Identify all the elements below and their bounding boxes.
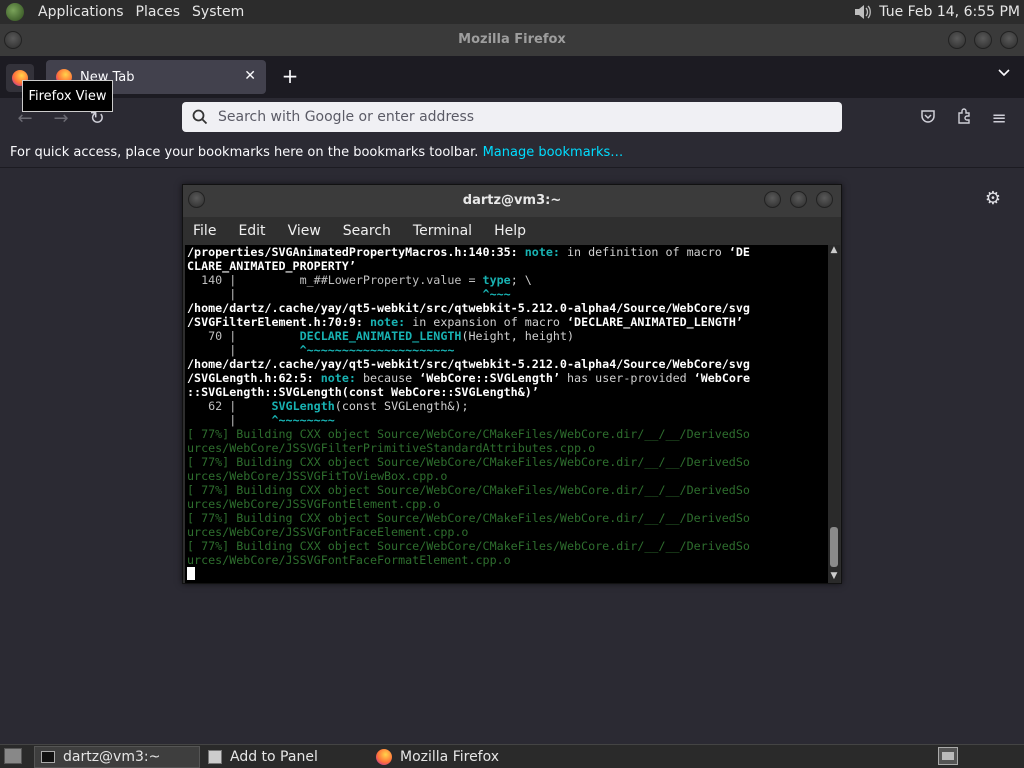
new-tab-button[interactable]: + [278, 64, 302, 88]
bookmarks-hint: For quick access, place your bookmarks h… [10, 145, 479, 160]
top-panel: Applications Places System Tue Feb 14, 6… [0, 0, 1024, 24]
navigation-toolbar: ← → ↻ ≡ [0, 98, 1024, 140]
scrollbar-thumb[interactable] [830, 527, 838, 567]
terminal-title: dartz@vm3:~ [462, 193, 562, 208]
terminal-line: /properties/SVGAnimatedPropertyMacros.h:… [187, 245, 750, 259]
clock[interactable]: Tue Feb 14, 6:55 PM [879, 4, 1020, 20]
search-icon [192, 109, 208, 125]
terminal-maximize-button[interactable] [790, 191, 807, 208]
terminal-window-menu-button[interactable] [188, 191, 205, 208]
firefox-taskbar-icon [376, 749, 392, 765]
menu-search[interactable]: Search [343, 223, 401, 239]
top-menu: Applications Places System [32, 4, 250, 20]
system-menu[interactable]: System [186, 4, 250, 20]
terminal-line: | ^~~~~~~~~~~~~~~~~~~~~~ [187, 343, 455, 357]
terminal-cursor [187, 567, 195, 580]
build-line: urces/WebCore/JSSVGFilterPrimitiveStanda… [187, 441, 596, 455]
build-line: [ 77%] Building CXX object Source/WebCor… [187, 539, 750, 553]
show-desktop-icon[interactable] [4, 748, 22, 764]
terminal-icon [41, 751, 55, 763]
build-line: [ 77%] Building CXX object Source/WebCor… [187, 483, 750, 497]
terminal-line: /SVGLength.h:62:5: note: because ‘WebCor… [187, 371, 750, 385]
scroll-down-icon[interactable]: ▼ [828, 571, 840, 583]
terminal-line: CLARE_ANIMATED_PROPERTY’ [187, 259, 356, 273]
build-line: [ 77%] Building CXX object Source/WebCor… [187, 427, 750, 441]
terminal-line: | ^~~~~~~~~ [187, 413, 335, 427]
taskbar-terminal[interactable]: dartz@vm3:~ [34, 746, 200, 768]
menu-file[interactable]: File [193, 223, 226, 239]
window-menu-button[interactable] [4, 31, 22, 49]
bookmarks-toolbar: For quick access, place your bookmarks h… [0, 140, 1024, 168]
terminal-line: 70 | DECLARE_ANIMATED_LENGTH(Height, hei… [187, 329, 575, 343]
url-bar[interactable] [182, 102, 842, 132]
scroll-up-icon[interactable]: ▲ [828, 245, 840, 257]
menu-edit[interactable]: Edit [238, 223, 275, 239]
terminal-window: dartz@vm3:~ File Edit View Search Termin… [182, 184, 842, 584]
search-input[interactable] [218, 109, 818, 125]
close-window-button[interactable] [1000, 31, 1018, 49]
bottom-panel: dartz@vm3:~ Add to Panel Mozilla Firefox [0, 744, 1024, 768]
taskbar-add-to-panel-label: Add to Panel [230, 749, 318, 765]
terminal-line: /home/dartz/.cache/yay/qt5-webkit/src/qt… [187, 301, 750, 315]
chevron-down-icon [998, 69, 1010, 77]
add-to-panel-icon [208, 750, 222, 764]
build-line: urces/WebCore/JSSVGFontFaceElement.cpp.o [187, 525, 469, 539]
terminal-line: | ^~~~ [187, 287, 511, 301]
build-line: [ 77%] Building CXX object Source/WebCor… [187, 511, 750, 525]
workspace-switcher[interactable] [938, 747, 958, 765]
extensions-icon[interactable] [953, 108, 975, 130]
applications-menu[interactable]: Applications [32, 4, 130, 20]
build-line: urces/WebCore/JSSVGFontElement.cpp.o [187, 497, 441, 511]
terminal-line: /SVGFilterElement.h:70:9: note: in expan… [187, 315, 743, 329]
taskbar-firefox[interactable]: Mozilla Firefox [370, 746, 570, 768]
gnome-foot-icon[interactable] [6, 3, 24, 21]
manage-bookmarks-link[interactable]: Manage bookmarks… [483, 145, 624, 160]
taskbar-firefox-label: Mozilla Firefox [400, 749, 500, 765]
menu-view[interactable]: View [288, 223, 331, 239]
firefox-view-tooltip: Firefox View [22, 80, 113, 112]
taskbar-terminal-label: dartz@vm3:~ [63, 749, 161, 765]
minimize-button[interactable] [948, 31, 966, 49]
firefox-window-title: Mozilla Firefox [458, 32, 566, 47]
firefox-titlebar[interactable]: Mozilla Firefox [0, 24, 1024, 56]
taskbar-add-to-panel[interactable]: Add to Panel [202, 746, 362, 768]
build-line: urces/WebCore/JSSVGFontFaceFormatElement… [187, 553, 511, 567]
terminal-scrollbar[interactable]: ▲ ▼ [828, 245, 840, 583]
tab-bar: New Tab ✕ + [0, 56, 1024, 98]
top-panel-right: Tue Feb 14, 6:55 PM [853, 0, 1020, 24]
terminal-line: /home/dartz/.cache/yay/qt5-webkit/src/qt… [187, 357, 750, 371]
terminal-line: 140 | m_##LowerProperty.value = type; \ [187, 273, 532, 287]
terminal-close-button[interactable] [816, 191, 833, 208]
places-menu[interactable]: Places [130, 4, 187, 20]
pocket-icon[interactable] [917, 108, 939, 130]
maximize-button[interactable] [974, 31, 992, 49]
gear-icon[interactable]: ⚙ [982, 188, 1004, 210]
list-all-tabs-button[interactable] [994, 66, 1014, 86]
build-line: [ 77%] Building CXX object Source/WebCor… [187, 455, 750, 469]
prompt-line [187, 567, 828, 581]
terminal-line: 62 | SVGLength(const SVGLength&); [187, 399, 469, 413]
terminal-output[interactable]: /properties/SVGAnimatedPropertyMacros.h:… [185, 245, 828, 583]
menu-terminal[interactable]: Terminal [413, 223, 482, 239]
volume-icon[interactable] [853, 4, 873, 20]
build-line: urces/WebCore/JSSVGFitToViewBox.cpp.o [187, 469, 448, 483]
menu-help[interactable]: Help [494, 223, 536, 239]
terminal-line: ::SVGLength::SVGLength(const WebCore::SV… [187, 385, 539, 399]
terminal-titlebar[interactable]: dartz@vm3:~ [183, 185, 841, 217]
terminal-menubar: File Edit View Search Terminal Help [183, 217, 841, 245]
terminal-minimize-button[interactable] [764, 191, 781, 208]
hamburger-menu-icon[interactable]: ≡ [988, 108, 1010, 130]
close-tab-icon[interactable]: ✕ [244, 68, 256, 84]
